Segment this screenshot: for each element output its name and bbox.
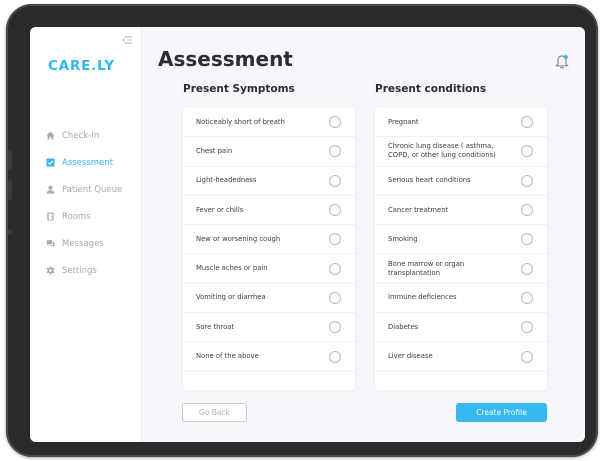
condition-label: Immune deficiences xyxy=(388,293,457,302)
symptom-radio[interactable] xyxy=(329,116,341,129)
sidebar-item-label: Settings xyxy=(62,265,97,276)
sidebar-item-label: Rooms xyxy=(62,211,91,222)
symptom-row[interactable]: Light-headedness xyxy=(183,167,355,196)
condition-label: Diabetes xyxy=(388,322,419,331)
checkbox-icon xyxy=(46,158,55,167)
condition-row[interactable]: Liver disease xyxy=(375,342,547,372)
symptom-radio[interactable] xyxy=(329,321,341,334)
symptom-label: Noticeably short of breath xyxy=(196,117,285,126)
sidebar: CARE.LY Check-In Assessment Patient Queu… xyxy=(30,27,142,442)
condition-label: Pregnant xyxy=(388,117,419,126)
sidebar-item-label: Assessment xyxy=(62,157,113,168)
bell-icon[interactable] xyxy=(555,54,569,70)
symptom-row[interactable]: Noticeably short of breath xyxy=(183,108,355,138)
user-icon xyxy=(46,185,55,194)
chat-icon xyxy=(46,239,55,248)
condition-row[interactable]: Bone marrow or organ transplantation xyxy=(375,254,547,284)
condition-radio[interactable] xyxy=(521,321,533,334)
condition-radio[interactable] xyxy=(521,291,533,304)
condition-row[interactable]: Immune deficiences xyxy=(375,284,547,314)
condition-label: Bone marrow or organ transplantation xyxy=(388,259,465,277)
symptom-label: Muscle aches or pain xyxy=(196,264,268,273)
sidebar-item-settings[interactable]: Settings xyxy=(46,257,142,284)
condition-radio[interactable] xyxy=(521,350,533,363)
collapse-sidebar-icon[interactable] xyxy=(122,36,132,44)
volume-down-button xyxy=(8,180,12,200)
symptom-row[interactable]: Chest pain xyxy=(183,137,355,167)
symptom-radio[interactable] xyxy=(329,174,341,187)
symptom-label: Light-headedness xyxy=(196,176,257,185)
condition-row[interactable]: Pregnant xyxy=(375,108,547,138)
app-logo[interactable]: CARE.LY xyxy=(48,58,115,74)
page-title: Assessment xyxy=(158,47,293,71)
sidebar-item-rooms[interactable]: Rooms xyxy=(46,203,142,230)
condition-radio[interactable] xyxy=(521,116,533,129)
symptom-label: Vomiting or diarrhea xyxy=(196,293,266,302)
condition-label: Liver disease xyxy=(388,352,433,361)
symptom-radio[interactable] xyxy=(329,145,341,158)
condition-radio[interactable] xyxy=(521,204,533,217)
symptom-radio[interactable] xyxy=(329,291,341,304)
condition-row[interactable]: Smoking xyxy=(375,225,547,255)
condition-radio[interactable] xyxy=(521,145,533,158)
sidebar-item-label: Check-In xyxy=(62,130,100,141)
condition-row[interactable]: Chronic lung disease ( asthma, COPD, or … xyxy=(375,137,547,167)
symptom-radio[interactable] xyxy=(329,350,341,363)
condition-row[interactable]: Serious heart conditions xyxy=(375,167,547,196)
condition-label: Smoking xyxy=(388,234,418,243)
gear-icon xyxy=(46,266,55,275)
symptom-label: Fever or chills xyxy=(196,205,244,214)
symptom-radio[interactable] xyxy=(329,204,341,217)
app-screen: CARE.LY Check-In Assessment Patient Queu… xyxy=(30,27,585,442)
sidebar-item-messages[interactable]: Messages xyxy=(46,230,142,257)
symptom-radio[interactable] xyxy=(329,233,341,246)
sidebar-item-assessment[interactable]: Assessment xyxy=(46,149,142,176)
door-icon xyxy=(46,212,55,221)
symptom-row[interactable]: Vomiting or diarrhea xyxy=(183,284,355,314)
symptom-label: New or worsening cough xyxy=(196,234,281,243)
symptom-label: Sore throat xyxy=(196,322,235,331)
symptom-row[interactable]: Muscle aches or pain xyxy=(183,254,355,284)
symptom-row[interactable]: New or worsening cough xyxy=(183,225,355,255)
condition-label: Chronic lung disease ( asthma, COPD, or … xyxy=(388,142,496,160)
condition-row[interactable]: Cancer treatment xyxy=(375,196,547,226)
home-icon xyxy=(46,131,55,140)
symptom-label: None of the above xyxy=(196,352,259,361)
condition-radio[interactable] xyxy=(521,262,533,275)
condition-label: Cancer treatment xyxy=(388,205,449,214)
sidebar-item-label: Messages xyxy=(62,238,104,249)
go-back-button[interactable]: Go Back xyxy=(182,403,247,422)
sidebar-item-patient-queue[interactable]: Patient Queue xyxy=(46,176,142,203)
symptom-label: Chest pain xyxy=(196,146,233,155)
sidebar-item-label: Patient Queue xyxy=(62,184,123,195)
conditions-card: Pregnant Chronic lung disease ( asthma, … xyxy=(375,108,547,390)
volume-up-button xyxy=(8,150,12,170)
symptom-row[interactable]: Fever or chills xyxy=(183,196,355,226)
create-profile-button[interactable]: Create Profile xyxy=(456,403,547,422)
symptoms-card: Noticeably short of breath Chest pain Li… xyxy=(183,108,355,390)
condition-row[interactable]: Diabetes xyxy=(375,313,547,343)
symptom-radio[interactable] xyxy=(329,262,341,275)
condition-radio[interactable] xyxy=(521,233,533,246)
conditions-section-title: Present conditions xyxy=(375,83,487,95)
symptom-row[interactable]: Sore throat xyxy=(183,313,355,343)
symptoms-section-title: Present Symptoms xyxy=(183,83,295,95)
condition-label: Serious heart conditions xyxy=(388,176,471,185)
main-content: Assessment Present Symptoms Noticeably s… xyxy=(142,27,585,442)
mute-switch xyxy=(8,229,12,235)
condition-radio[interactable] xyxy=(521,174,533,187)
sidebar-item-check-in[interactable]: Check-In xyxy=(46,122,142,149)
sidebar-nav: Check-In Assessment Patient Queue Rooms xyxy=(46,122,142,284)
symptom-row[interactable]: None of the above xyxy=(183,342,355,372)
